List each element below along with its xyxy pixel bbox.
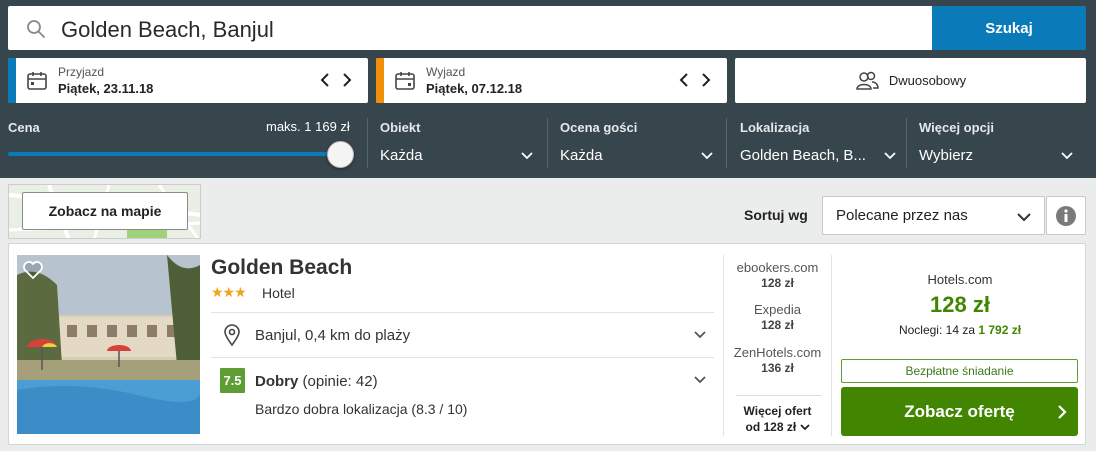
provider-name: ZenHotels.com — [733, 345, 822, 360]
chevron-down-icon[interactable] — [693, 328, 707, 342]
rating-filter-label: Ocena gości — [560, 120, 638, 135]
sort-select[interactable]: Polecane przez nas — [822, 196, 1045, 235]
search-icon — [27, 20, 45, 38]
location-filter[interactable]: Lokalizacja Golden Beach, B... — [740, 119, 900, 169]
chevron-down-icon — [521, 152, 533, 160]
prev-day-icon[interactable] — [318, 69, 332, 91]
divider — [906, 118, 907, 168]
checkout-value: Piątek, 07.12.18 — [426, 81, 523, 96]
search-query: Golden Beach, Banjul — [61, 17, 274, 42]
view-deal-button[interactable]: Zobacz ofertę — [841, 387, 1078, 436]
rating-summary[interactable]: Dobry (opinie: 42) — [255, 373, 378, 390]
next-day-icon[interactable] — [699, 69, 713, 91]
hotel-photo[interactable] — [17, 255, 200, 434]
more-options-label: Więcej opcji — [919, 120, 995, 135]
next-day-icon[interactable] — [340, 69, 354, 91]
divider — [211, 312, 714, 313]
chevron-down-icon — [884, 152, 896, 160]
calendar-icon — [395, 72, 415, 90]
more-offers-link[interactable]: Więcej ofert od 128 zł — [724, 403, 831, 435]
price-slider-track[interactable] — [8, 152, 343, 156]
free-breakfast-badge: Bezpłatne śniadanie — [841, 359, 1078, 383]
star-rating: ★★★ — [211, 284, 247, 300]
room-type-selector[interactable]: Dwuosobowy — [735, 58, 1086, 103]
favorite-heart-icon[interactable] — [22, 259, 44, 281]
chevron-down-icon — [1017, 213, 1031, 222]
checkout-accent — [376, 58, 384, 103]
guests-icon — [856, 71, 879, 90]
hotel-result-card: Golden Beach ★★★ Hotel Banjul, 0,4 km do… — [8, 243, 1086, 445]
room-type-label: Dwuosobowy — [888, 73, 967, 88]
provider-name: ebookers.com — [736, 260, 819, 275]
provider-offer[interactable]: Expedia 128 zł — [724, 302, 831, 332]
provider-offer[interactable]: ebookers.com 128 zł — [724, 260, 831, 290]
checkin-accent — [8, 58, 16, 103]
chevron-right-icon — [1058, 405, 1067, 419]
checkin-label: Przyjazd — [58, 65, 105, 79]
hotel-location: Banjul, 0,4 km do plaży — [255, 327, 411, 344]
search-input[interactable]: Golden Beach, Banjul — [8, 6, 933, 50]
nights-total: Noclegi: 14 za 1 792 zł — [841, 323, 1079, 337]
guest-rating-filter[interactable]: Ocena gości Każda — [560, 119, 715, 169]
provider-price: 136 zł — [761, 361, 794, 375]
provider-price: 128 zł — [761, 276, 794, 290]
search-header: Golden Beach, Banjul Szukaj Przyjazd Pią… — [0, 0, 1096, 178]
location-filter-label: Lokalizacja — [740, 120, 810, 135]
location-pin-icon — [224, 324, 240, 346]
rating-score-badge: 7.5 — [220, 368, 245, 393]
chevron-down-icon — [799, 424, 810, 431]
divider — [726, 118, 727, 168]
divider — [211, 357, 714, 358]
chevron-down-icon — [1061, 152, 1073, 160]
rating-filter-value: Każda — [560, 147, 603, 164]
divider — [547, 118, 548, 168]
hotel-type: Hotel — [262, 285, 295, 301]
property-filter-label: Obiekt — [380, 120, 421, 135]
more-offers-price: od 128 zł — [745, 420, 797, 434]
checkin-date-picker[interactable]: Przyjazd Piątek, 23.11.18 — [8, 58, 368, 103]
provider-offer[interactable]: ZenHotels.com 136 zł — [724, 345, 831, 375]
divider — [367, 118, 368, 168]
info-icon — [1056, 205, 1076, 226]
more-options-filter[interactable]: Więcej opcji Wybierz — [919, 119, 1079, 169]
price-filter-label: Cena — [8, 120, 40, 135]
provider-price: 128 zł — [761, 318, 794, 332]
best-deal-price: 128 zł — [930, 292, 990, 317]
more-offers-line1: Więcej ofert — [743, 404, 812, 418]
sort-info-button[interactable] — [1046, 196, 1086, 235]
nights-total-price: 1 792 zł — [978, 323, 1022, 337]
divider — [736, 395, 822, 396]
location-filter-value: Golden Beach, B... — [740, 147, 866, 164]
sort-value: Polecane przez nas — [836, 207, 968, 224]
property-type-filter[interactable]: Obiekt Każda — [380, 119, 535, 169]
view-deal-label: Zobacz ofertę — [904, 401, 1015, 421]
hotel-photo-image — [17, 255, 200, 434]
chevron-down-icon — [701, 152, 713, 160]
search-button[interactable]: Szukaj — [932, 6, 1086, 50]
checkout-label: Wyjazd — [426, 65, 466, 79]
checkout-date-picker[interactable]: Wyjazd Piątek, 07.12.18 — [376, 58, 727, 103]
sort-label: Sortuj wg — [744, 207, 808, 223]
checkin-nav — [318, 69, 354, 91]
prev-day-icon[interactable] — [677, 69, 691, 91]
more-offers-line2: od 128 zł — [724, 419, 831, 435]
property-filter-value: Każda — [380, 147, 423, 164]
chevron-down-icon[interactable] — [693, 373, 707, 387]
nights-prefix: Noclegi: 14 za — [898, 323, 975, 337]
rating-word: Dobry — [255, 373, 299, 390]
hotel-name[interactable]: Golden Beach — [211, 256, 352, 280]
calendar-icon — [27, 72, 47, 90]
checkout-nav — [677, 69, 713, 91]
more-options-value: Wybierz — [919, 147, 974, 164]
rating-count: (opinie: 42) — [302, 373, 378, 390]
price-slider-handle[interactable] — [327, 141, 354, 168]
rating-detail: Bardzo dobra lokalizacja (8.3 / 10) — [255, 401, 468, 417]
price-max-label: maks. 1 169 zł — [266, 119, 350, 134]
show-on-map-button[interactable]: Zobacz na mapie — [22, 192, 188, 230]
checkin-value: Piątek, 23.11.18 — [58, 81, 154, 96]
divider — [831, 255, 832, 436]
provider-name: Expedia — [754, 302, 801, 317]
best-deal-provider: Hotels.com — [927, 272, 993, 287]
